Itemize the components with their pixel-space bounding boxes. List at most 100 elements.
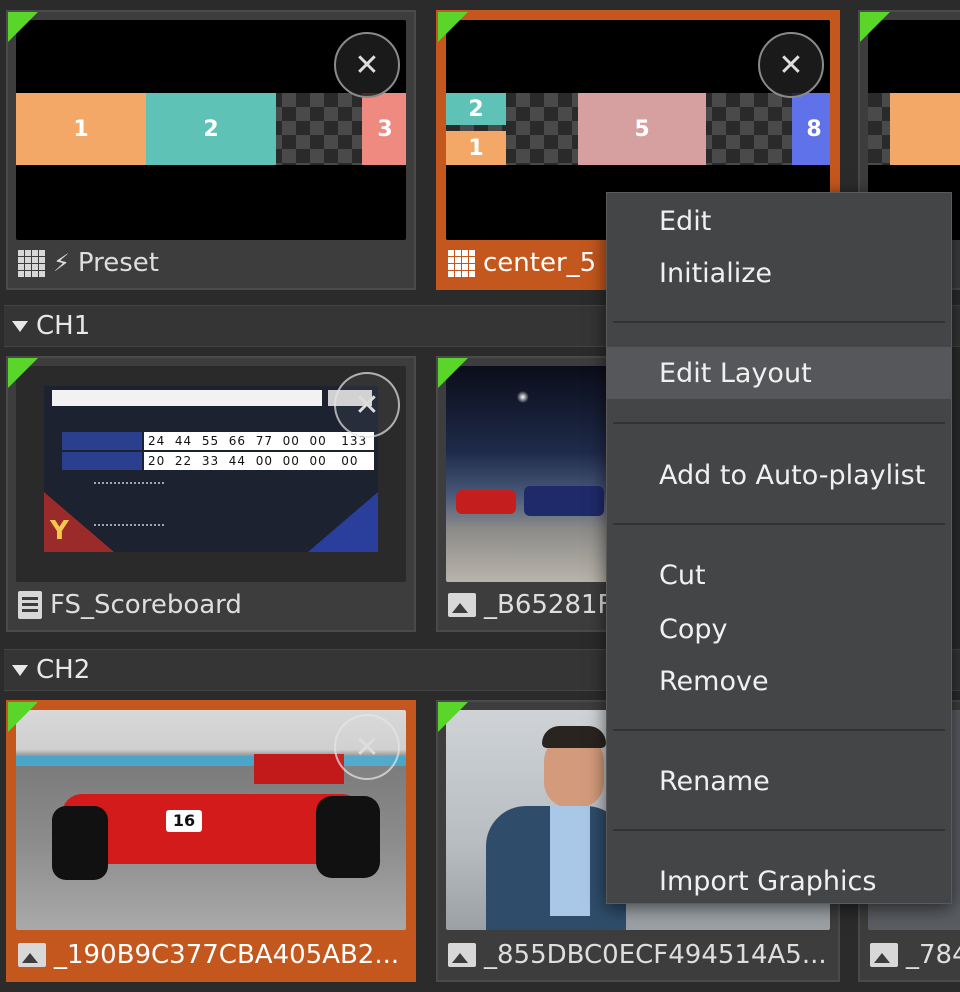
score-cell: 44 xyxy=(174,434,193,448)
team-row-2 xyxy=(62,452,142,470)
race-car-blue xyxy=(524,486,604,516)
score-cell: 00 xyxy=(282,434,300,448)
context-menu: Edit Initialize Edit Layout Add to Auto-… xyxy=(606,192,952,904)
score-text-row-2: 20 22 33 44 00 00 00 00 xyxy=(148,452,359,470)
menu-item-label: Remove xyxy=(659,665,769,697)
tile-title: _B65281F xyxy=(484,590,613,620)
tile-caption: _190B9C377CBA405AB2... xyxy=(18,936,408,974)
layout-zone-8: 8 xyxy=(792,93,830,165)
menu-item-edit[interactable]: Edit xyxy=(607,195,951,247)
menu-item-cut[interactable]: Cut xyxy=(607,549,951,601)
menu-item-label: Import Graphics xyxy=(659,865,877,897)
image-icon xyxy=(448,593,476,617)
tile-caption: ⚡ Preset xyxy=(18,244,408,282)
right-flag-graphic xyxy=(308,492,378,552)
score-cell: 22 xyxy=(174,454,193,468)
zone-label: 3 xyxy=(377,116,393,142)
zone-label: 5 xyxy=(634,116,650,142)
scoreboard-graphic: 24 44 55 66 77 00 00 133 20 22 33 44 00 … xyxy=(44,386,378,552)
tile-title: _190B9C377CBA405AB2... xyxy=(54,940,400,970)
image-icon xyxy=(18,943,46,967)
tile-title: FS_Scoreboard xyxy=(50,590,242,620)
triangle-down-icon[interactable] xyxy=(12,320,28,332)
layout-zone-5: 5 xyxy=(578,93,706,165)
score-total: 00 xyxy=(341,454,359,468)
score-cell: 24 xyxy=(148,434,166,448)
top-strip xyxy=(0,0,960,8)
zone-label: 8 xyxy=(806,116,822,142)
status-indicator xyxy=(438,702,468,732)
f1-wheel-rear xyxy=(316,796,380,878)
section-title: CH2 xyxy=(36,655,91,685)
tile-caption: _855DBC0ECF494514A5... xyxy=(448,936,832,974)
zone-label: 1 xyxy=(468,135,484,161)
section-title: CH1 xyxy=(36,311,91,341)
close-icon[interactable]: ✕ xyxy=(334,32,400,98)
zone-label: 2 xyxy=(203,116,219,142)
menu-item-rename[interactable]: Rename xyxy=(607,755,951,807)
menu-item-label: Edit xyxy=(659,205,712,237)
score-cell: 20 xyxy=(148,454,166,468)
status-indicator xyxy=(8,358,38,388)
race-car-red xyxy=(456,490,516,514)
score-cell: 33 xyxy=(201,454,220,468)
menu-item-label: Initialize xyxy=(659,257,772,289)
score-text-row-1: 24 44 55 66 77 00 00 133 xyxy=(148,432,367,450)
document-icon xyxy=(18,591,42,619)
close-icon[interactable]: ✕ xyxy=(758,32,824,98)
status-indicator xyxy=(438,358,468,388)
menu-separator xyxy=(613,523,945,525)
zone-label: 2 xyxy=(468,96,484,122)
tile-caption: _784 xyxy=(870,936,960,974)
team-row-1 xyxy=(62,432,142,450)
score-cell: 66 xyxy=(228,434,247,448)
status-indicator xyxy=(438,12,468,42)
tile-title: Preset xyxy=(77,248,159,278)
car-number: 16 xyxy=(166,810,202,832)
score-cell: 44 xyxy=(228,454,247,468)
menu-item-label: Rename xyxy=(659,765,770,797)
menu-item-copy[interactable]: Copy xyxy=(607,603,951,655)
person-hair xyxy=(542,726,606,748)
status-indicator xyxy=(8,702,38,732)
team-logo-left: Y xyxy=(50,516,69,546)
layout-zone-3: 3 xyxy=(362,93,406,165)
preset-tile[interactable]: 1 2 3 ✕ ⚡ Preset xyxy=(6,10,416,290)
grid-icon xyxy=(448,249,475,277)
layout-zone xyxy=(890,93,960,165)
scoreboard-header xyxy=(52,390,322,406)
menu-item-initialize[interactable]: Initialize xyxy=(607,247,951,299)
person-shirt xyxy=(550,806,590,916)
f1-car-tile[interactable]: 16 ✕ _190B9C377CBA405AB2... xyxy=(6,700,416,982)
menu-item-label: Cut xyxy=(659,559,706,591)
lightning-icon: ⚡ xyxy=(53,249,70,277)
layout-zone-2: 2 xyxy=(146,93,276,165)
fs-scoreboard-tile[interactable]: 24 44 55 66 77 00 00 133 20 22 33 44 00 … xyxy=(6,356,416,632)
menu-separator xyxy=(613,829,945,831)
menu-item-remove[interactable]: Remove xyxy=(607,655,951,707)
layout-zone-1: 1 xyxy=(16,93,146,165)
menu-item-label: Copy xyxy=(659,613,728,645)
score-cell: 00 xyxy=(309,454,327,468)
menu-item-add-auto-playlist[interactable]: Add to Auto-playlist xyxy=(607,449,951,501)
score-cell: 00 xyxy=(282,454,300,468)
score-cell: 55 xyxy=(201,434,220,448)
menu-item-import-graphics[interactable]: Import Graphics xyxy=(607,855,951,907)
triangle-down-icon[interactable] xyxy=(12,664,28,676)
grid-icon xyxy=(18,249,45,277)
f1-wheel-front xyxy=(52,806,108,880)
close-icon[interactable]: ✕ xyxy=(334,372,400,438)
menu-item-label: Edit Layout xyxy=(659,357,812,389)
tile-title: _855DBC0ECF494514A5... xyxy=(484,940,827,970)
menu-separator xyxy=(613,422,945,424)
menu-item-label: Add to Auto-playlist xyxy=(659,459,926,491)
score-cell: 00 xyxy=(255,454,273,468)
zone-label: 1 xyxy=(73,116,89,142)
image-icon xyxy=(870,943,898,967)
menu-item-edit-layout[interactable]: Edit Layout xyxy=(607,347,951,399)
tile-caption: FS_Scoreboard xyxy=(18,586,408,624)
close-icon[interactable]: ✕ xyxy=(334,714,400,780)
status-indicator xyxy=(860,12,890,42)
layout-zone-1: 1 xyxy=(446,131,506,165)
layout-zone-2: 2 xyxy=(446,93,506,125)
